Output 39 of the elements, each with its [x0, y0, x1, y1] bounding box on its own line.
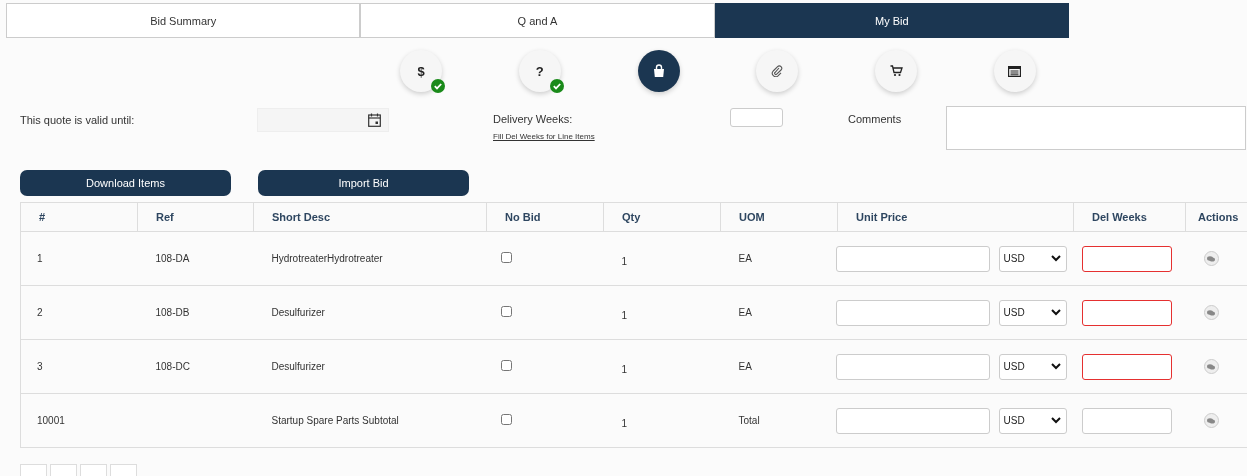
column-header: Del Weeks: [1073, 202, 1186, 232]
column-header: Actions: [1185, 202, 1247, 232]
table-cell: Desulfurizer: [253, 339, 487, 394]
tab[interactable]: My Bid: [714, 3, 1069, 38]
table-cell: 108-DC: [137, 339, 254, 394]
currency-dropdown[interactable]: USD: [998, 407, 1067, 434]
valid-until-label: This quote is valid until:: [20, 114, 136, 126]
tab[interactable]: Bid Summary: [6, 3, 361, 38]
table-cell: HydrotreaterHydrotreater: [253, 231, 487, 286]
table-cell: Startup Spare Parts Subtotal: [253, 393, 487, 448]
currency-dropdown[interactable]: USD: [998, 299, 1067, 326]
column-header: No Bid: [486, 202, 604, 232]
quantity-text: 1: [621, 364, 628, 375]
tab[interactable]: Q and A: [360, 3, 715, 38]
currency-dropdown[interactable]: USD: [998, 353, 1067, 380]
column-header: Short Desc: [253, 202, 487, 232]
table-cell: 10001: [20, 393, 138, 448]
step-button[interactable]: ?: [518, 50, 561, 92]
currency-dropdown[interactable]: USD: [998, 245, 1067, 272]
step-button[interactable]: $: [400, 50, 442, 92]
table-cell: 3: [20, 339, 138, 394]
table-cell: 108-DB: [137, 285, 254, 340]
column-header: Qty: [603, 202, 721, 232]
column-header: #: [20, 202, 138, 232]
quantity-text: 1: [621, 418, 628, 429]
table-cell: 108-DA: [137, 231, 254, 286]
table-cell: 1: [20, 231, 138, 286]
quantity-text: 1: [621, 256, 628, 267]
table-cell: 2: [20, 285, 138, 340]
table-cell: Desulfurizer: [253, 285, 487, 340]
action-button[interactable]: Import Bid: [258, 170, 469, 196]
action-button[interactable]: Download Items: [20, 170, 231, 196]
comments-label: Comments: [848, 113, 903, 125]
quantity-text: 1: [621, 310, 628, 321]
column-header: Ref: [137, 202, 254, 232]
column-header: Unit Price: [837, 202, 1074, 232]
fill-del-weeks-link[interactable]: Fill Del Weeks for Line Items: [493, 132, 595, 141]
delivery-weeks-label: Delivery Weeks:: [493, 113, 574, 125]
column-header: UOM: [720, 202, 838, 232]
